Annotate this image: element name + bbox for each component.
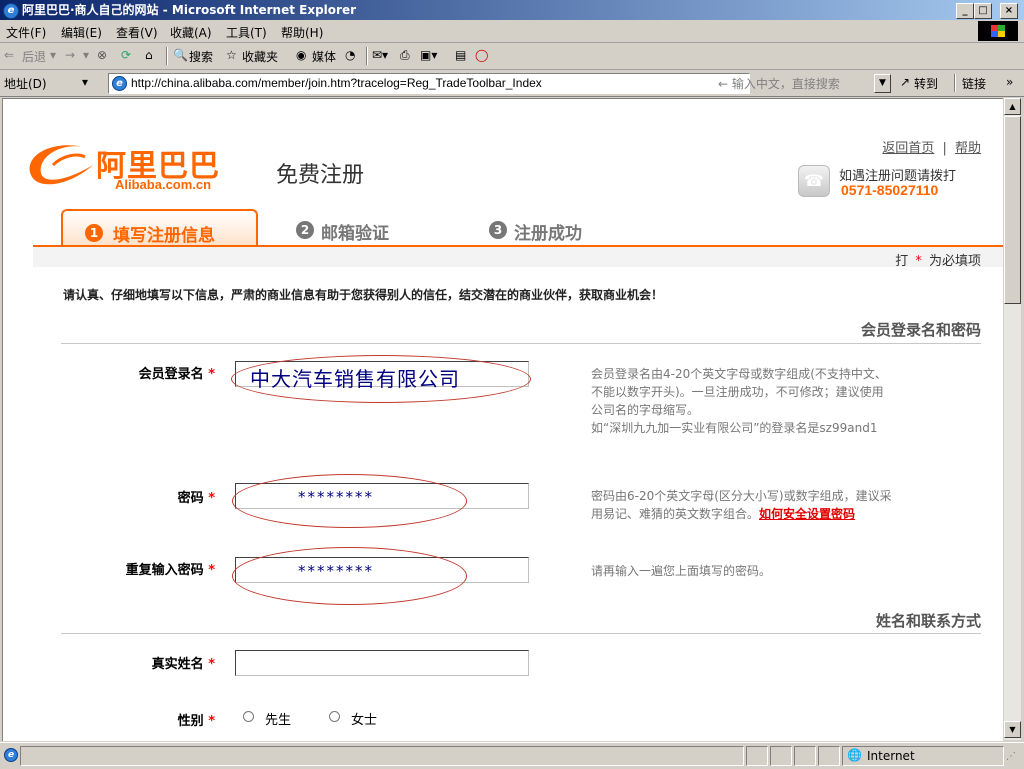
edit-icon[interactable]: ▣▾ <box>420 48 437 62</box>
status-text-box <box>20 746 744 766</box>
password-safety-link[interactable]: 如何安全设置密码 <box>759 507 855 521</box>
go-arrow-icon: ↗ <box>900 75 911 89</box>
repeat-label-wrap: 重复输入密码 * <box>125 563 215 578</box>
page-icon: e <box>112 76 127 91</box>
section-login-divider <box>61 343 981 344</box>
page-title: 免费注册 <box>276 163 365 188</box>
hotline-number: 0571-85027110 <box>841 182 939 198</box>
zone-label: Internet <box>867 749 915 763</box>
realname-input[interactable] <box>235 650 529 676</box>
search-dropdown-icon[interactable]: ▼ <box>874 74 891 93</box>
forward-dropdown-icon[interactable]: ▾ <box>83 48 89 62</box>
required-note: 打 * 为必填项 <box>895 254 981 269</box>
logo-en: Alibaba.com.cn <box>115 177 212 192</box>
menu-edit[interactable]: 编辑(E) <box>61 24 102 41</box>
section-contact-title: 姓名和联系方式 <box>875 612 981 630</box>
home-link[interactable]: 返回首页 <box>882 141 934 156</box>
close-button[interactable]: × <box>1000 3 1018 19</box>
search-icon[interactable]: 🔍 <box>173 48 188 62</box>
media-icon[interactable]: ◉ <box>296 48 306 62</box>
media-button[interactable]: 媒体 <box>312 48 336 65</box>
step-3-label: 注册成功 <box>514 224 582 244</box>
back-button[interactable]: 后退 <box>22 48 46 65</box>
section-login-title: 会员登录名和密码 <box>860 321 981 339</box>
menu-help[interactable]: 帮助(H) <box>281 24 323 41</box>
menu-view[interactable]: 查看(V) <box>116 24 158 41</box>
realname-label-wrap: 真实姓名 * <box>151 657 215 672</box>
globe-icon: 🌐 <box>847 748 862 762</box>
scroll-up-icon[interactable]: ▲ <box>1004 98 1021 115</box>
gender-female-radio[interactable] <box>329 711 340 722</box>
print-icon[interactable]: ⎙ <box>400 48 410 63</box>
login-help: 会员登录名由4-20个英文字母或数字组成(不支持中文、 不能以数字开头)。一旦注… <box>591 367 887 435</box>
step-2-number: 2 <box>296 221 314 239</box>
windows-logo-icon <box>978 21 1018 41</box>
window-title-bar[interactable]: e 阿里巴巴·商人自己的网站 - Microsoft Internet Expl… <box>0 0 1024 20</box>
help-link[interactable]: 帮助 <box>955 141 981 156</box>
mail-icon[interactable]: ✉▾ <box>372 48 388 62</box>
messenger-icon[interactable]: ◯ <box>475 48 488 62</box>
menu-tools[interactable]: 工具(T) <box>226 24 267 41</box>
search-button[interactable]: 搜索 <box>189 48 213 65</box>
window-title: 阿里巴巴·商人自己的网站 - Microsoft Internet Explor… <box>22 3 357 17</box>
gender-male-radio[interactable] <box>243 711 254 722</box>
scroll-thumb[interactable] <box>1004 116 1021 304</box>
go-button[interactable]: 转到 <box>914 75 938 92</box>
favorites-icon[interactable]: ☆ <box>226 48 237 62</box>
menu-favorites[interactable]: 收藏(A) <box>170 24 212 41</box>
address-input[interactable]: e http://china.alibaba.com/member/join.h… <box>108 73 750 94</box>
phone-icon: ☎ <box>798 165 830 197</box>
favorites-button[interactable]: 收藏夹 <box>242 48 278 65</box>
page-content: 返回首页 | 帮助 阿里巴巴 Alibaba.com.cn 免费注册 ☎ 如遇注… <box>2 98 1003 741</box>
annotation-oval <box>232 547 467 605</box>
links-button[interactable]: 链接 <box>962 75 986 92</box>
annotation-oval <box>232 474 467 528</box>
login-label-wrap: 会员登录名 * <box>138 367 215 382</box>
annotation-oval <box>231 355 531 403</box>
scroll-down-icon[interactable]: ▼ <box>1004 721 1021 738</box>
password-label-wrap: 密码 * <box>177 491 215 506</box>
vertical-scrollbar[interactable]: ▲ ▼ <box>1004 98 1021 740</box>
step-2-label: 邮箱验证 <box>321 224 389 244</box>
maximize-button[interactable]: □ <box>974 3 992 19</box>
intro-text: 请认真、仔细地填写以下信息，严肃的商业信息有助于您获得别人的信任，结交潜在的商业… <box>63 288 664 302</box>
address-dropdown-icon[interactable]: ▾ <box>82 75 88 89</box>
history-icon[interactable]: ◔ <box>345 48 355 62</box>
required-note-bar <box>33 247 1003 267</box>
gender-male-label: 先生 <box>265 713 292 728</box>
address-url: http://china.alibaba.com/member/join.htm… <box>131 76 542 90</box>
minimize-button[interactable]: _ <box>956 3 974 19</box>
top-links: 返回首页 | 帮助 <box>882 141 981 156</box>
standard-toolbar: ⇐ 后退 ▾ → ▾ ⊗ ⟳ ⌂ 🔍 搜索 ☆ 收藏夹 ◉ 媒体 ◔ ✉▾ ⎙ … <box>0 43 1024 70</box>
address-label: 地址(D) <box>4 77 47 91</box>
back-dropdown-icon[interactable]: ▾ <box>50 48 56 62</box>
page-status-icon: e <box>4 748 18 762</box>
back-arrow-icon: ⇐ <box>4 48 15 62</box>
discuss-icon[interactable]: ▤ <box>455 48 466 62</box>
menu-bar: 文件(F) 编辑(E) 查看(V) 收藏(A) 工具(T) 帮助(H) <box>0 20 1024 43</box>
address-bar: 地址(D) ▾ e http://china.alibaba.com/membe… <box>0 70 1024 97</box>
refresh-icon[interactable]: ⟳ <box>121 48 131 62</box>
repeat-help: 请再输入一遍您上面填写的密码。 <box>591 564 772 578</box>
gender-label-wrap: 性别 * <box>177 714 215 729</box>
forward-button[interactable]: → <box>65 48 75 62</box>
gender-female-label: 女士 <box>351 713 378 728</box>
zone-box: 🌐 Internet <box>842 746 1004 766</box>
menu-file[interactable]: 文件(F) <box>6 24 46 41</box>
links-chevron-icon[interactable]: » <box>1006 75 1013 89</box>
step-1-number: 1 <box>85 224 103 242</box>
stop-icon[interactable]: ⊗ <box>97 48 107 62</box>
step-1-label: 填写注册信息 <box>113 226 215 246</box>
password-help: 密码由6-20个英文字母(区分大小写)或数字组成，建议采 用易记、难猜的英文数字… <box>591 489 892 521</box>
search-hint[interactable]: ← 输入中文，直接搜索 <box>718 75 840 92</box>
status-bar: e 🌐 Internet ⋰ <box>0 742 1024 769</box>
resize-grip-icon[interactable]: ⋰ <box>1006 751 1016 762</box>
step-3-number: 3 <box>489 221 507 239</box>
section-contact-divider <box>61 633 981 634</box>
home-icon[interactable]: ⌂ <box>145 48 153 62</box>
ie-logo-icon: e <box>3 3 19 19</box>
